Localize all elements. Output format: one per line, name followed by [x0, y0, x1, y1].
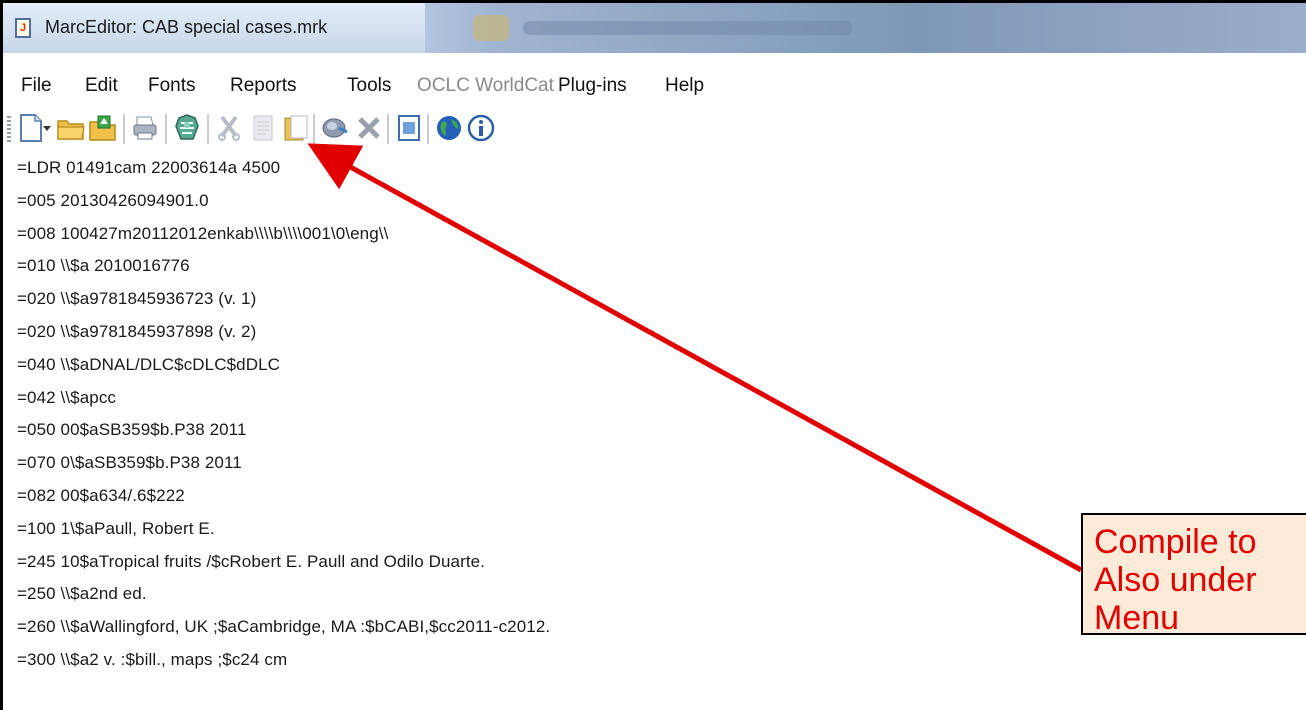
toolbar-separator — [207, 114, 209, 144]
blurred-tab-title — [523, 21, 853, 35]
toolbar-separator — [427, 114, 429, 144]
record-line: =040 \\$aDNAL/DLC$cDLC$dDLC — [17, 354, 281, 374]
record-line: =300 \\$a2 v. :$bill., maps ;$c24 cm — [17, 649, 288, 669]
record-line: =020 \\$a9781845936723 (v. 1) — [17, 289, 257, 309]
callout-line: Menu — [1094, 599, 1180, 637]
open-recent-folder-icon[interactable] — [87, 112, 119, 144]
callout-line: Compile to — [1094, 523, 1257, 561]
callout-box: Compile to Also under Menu — [1081, 513, 1306, 637]
record-line: =042 \\$apcc — [17, 387, 117, 407]
record-line: =LDR 01491cam 22003614a 4500 — [17, 158, 281, 177]
toolbar-separator — [123, 114, 125, 144]
globe-icon[interactable] — [433, 112, 465, 144]
marcedit-document-icon: J — [15, 18, 31, 38]
menu-edit[interactable]: Edit — [85, 75, 118, 97]
record-line: =010 \\$a 2010016776 — [17, 256, 190, 276]
record-line: =008 100427m20112012enkab\\\\b\\\\001\0\… — [17, 223, 389, 243]
toolbar-separator — [387, 114, 389, 144]
record-line: =005 20130426094901.0 — [17, 190, 209, 210]
copy-icon[interactable] — [247, 112, 279, 144]
delete-icon[interactable] — [353, 112, 385, 144]
menu-help[interactable]: Help — [665, 75, 704, 97]
title-bar: J MarcEditor: CAB special cases.mrk — [3, 3, 1306, 53]
toolbar — [3, 108, 1306, 150]
compile-marc-icon[interactable] — [171, 112, 203, 144]
toolbar-separator — [165, 114, 167, 144]
print-icon[interactable] — [129, 112, 161, 144]
toolbar-separator — [313, 114, 315, 144]
toolbar-grip[interactable] — [7, 116, 11, 144]
menu-bar: File Edit Fonts Reports Tools OCLC World… — [3, 61, 1306, 101]
menu-fonts[interactable]: Fonts — [148, 75, 196, 97]
menu-plug-ins[interactable]: Plug-ins — [558, 75, 627, 97]
paste-icon[interactable] — [279, 112, 311, 144]
dropdown-arrow-icon[interactable] — [39, 112, 55, 144]
preview-icon[interactable] — [393, 112, 425, 144]
info-icon[interactable] — [465, 112, 497, 144]
open-folder-icon[interactable] — [55, 112, 87, 144]
menu-tools[interactable]: Tools — [347, 75, 391, 97]
find-icon[interactable] — [319, 112, 351, 144]
menu-file[interactable]: File — [21, 75, 52, 97]
callout-line: Also under — [1094, 561, 1257, 599]
cut-icon[interactable] — [213, 112, 245, 144]
blurred-tab-icon — [473, 15, 509, 41]
record-line: =020 \\$a9781845937898 (v. 2) — [17, 321, 257, 341]
menu-oclc-worldcat: OCLC WorldCat — [417, 75, 554, 96]
menu-reports[interactable]: Reports — [230, 75, 297, 97]
record-line: =050 00$aSB359$b.P38 2011 — [17, 420, 247, 440]
window-title: MarcEditor: CAB special cases.mrk — [45, 17, 328, 37]
record-line: =070 0\$aSB359$b.P38 2011 — [17, 453, 242, 473]
